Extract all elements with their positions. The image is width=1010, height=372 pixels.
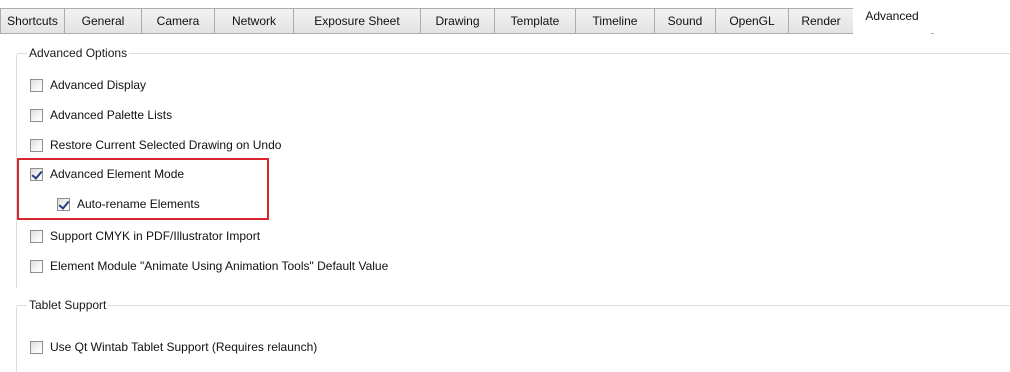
qt-wintab-option[interactable]: Use Qt Wintab Tablet Support (Requires r… (30, 339, 317, 355)
advanced-element-mode-option[interactable]: Advanced Element Mode (30, 166, 184, 182)
qt-wintab-checkbox[interactable] (30, 340, 43, 354)
advanced-palette-lists-option[interactable]: Advanced Palette Lists (30, 107, 172, 123)
tab-network[interactable]: Network (214, 8, 294, 34)
tab-drawing[interactable]: Drawing (420, 8, 495, 34)
restore-selected-drawing-checkbox[interactable] (30, 138, 43, 152)
tab-render[interactable]: Render (788, 8, 854, 34)
tab-exposure-sheet[interactable]: Exposure Sheet (293, 8, 421, 34)
advanced-display-option[interactable]: Advanced Display (30, 77, 146, 93)
tab-general[interactable]: General (64, 8, 142, 34)
auto-rename-elements-checkbox[interactable] (57, 197, 70, 211)
tab-template[interactable]: Template (494, 8, 576, 34)
tab-camera[interactable]: Camera (141, 8, 215, 34)
advanced-element-mode-label: Advanced Element Mode (50, 167, 185, 181)
support-cmyk-option[interactable]: Support CMYK in PDF/Illustrator Import (30, 228, 260, 244)
element-module-animate-option[interactable]: Element Module "Animate Using Animation … (30, 258, 388, 274)
preferences-tab-bar: Shortcuts General Camera Network Exposur… (0, 0, 1010, 34)
tab-shortcuts[interactable]: Shortcuts (0, 8, 65, 34)
tab-advanced[interactable]: Advanced (853, 4, 931, 34)
restore-selected-drawing-label: Restore Current Selected Drawing on Undo (50, 138, 282, 152)
support-cmyk-checkbox[interactable] (30, 229, 43, 243)
advanced-element-mode-checkbox[interactable] (30, 167, 43, 181)
tab-opengl[interactable]: OpenGL (715, 8, 789, 34)
tab-sound[interactable]: Sound (654, 8, 716, 34)
element-module-animate-checkbox[interactable] (30, 259, 43, 273)
element-module-animate-label: Element Module "Animate Using Animation … (50, 259, 389, 273)
support-cmyk-label: Support CMYK in PDF/Illustrator Import (50, 229, 261, 243)
advanced-display-label: Advanced Display (50, 78, 147, 92)
tab-timeline[interactable]: Timeline (575, 8, 655, 34)
advanced-display-checkbox[interactable] (30, 78, 43, 92)
auto-rename-elements-label: Auto-rename Elements (77, 197, 200, 211)
advanced-palette-lists-label: Advanced Palette Lists (50, 108, 173, 122)
tablet-support-title: Tablet Support (27, 297, 109, 313)
advanced-options-title: Advanced Options (27, 45, 130, 61)
qt-wintab-label: Use Qt Wintab Tablet Support (Requires r… (50, 340, 318, 354)
tab-list: Shortcuts General Camera Network Exposur… (0, 4, 931, 34)
restore-selected-drawing-option[interactable]: Restore Current Selected Drawing on Undo (30, 137, 281, 153)
auto-rename-elements-option[interactable]: Auto-rename Elements (57, 196, 200, 212)
advanced-palette-lists-checkbox[interactable] (30, 108, 43, 122)
